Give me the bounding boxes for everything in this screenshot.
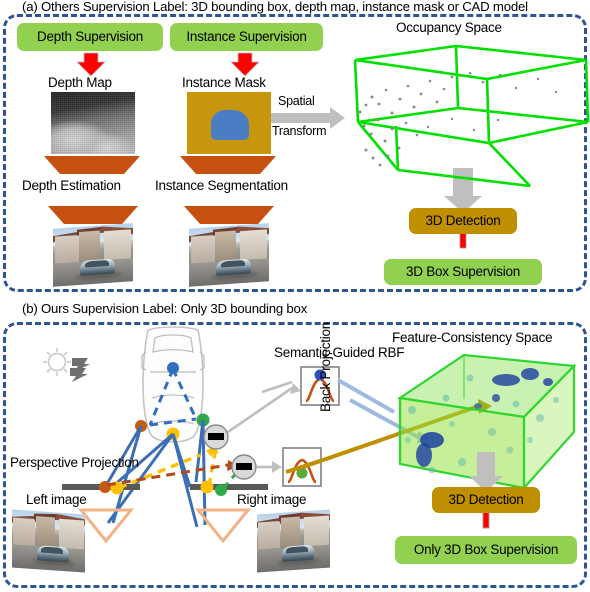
panel-a-caption: (a) Others Supervision Label: 3D boundin… [22, 0, 528, 14]
street-photo-instance [189, 223, 269, 287]
label-occupancy-space: Occupancy Space [396, 20, 502, 35]
label-back-projection: Back Projection [318, 321, 333, 412]
chip-3d-detection-b[interactable]: 3D Detection [432, 487, 540, 513]
chip-instance-supervision[interactable]: Instance Supervision [170, 23, 323, 51]
label-perspective-projection: Perspective Projection [10, 455, 139, 470]
label-left-image: Left image [26, 492, 87, 507]
panel-b-caption: (b) Ours Supervision Label: Only 3D boun… [22, 301, 308, 316]
right-street-photo [257, 509, 330, 573]
instance-mask-image [187, 92, 271, 154]
label-depth-estimation: Depth Estimation [22, 178, 121, 193]
label-spatial: Spatial [278, 94, 315, 108]
street-photo-depth [53, 223, 133, 287]
label-instance-segmentation: Instance Segmentation [155, 178, 288, 193]
chip-only-3d-box-supervision[interactable]: Only 3D Box Supervision [395, 536, 577, 564]
depth-map-image [51, 92, 135, 154]
chip-depth-supervision[interactable]: Depth Supervision [17, 23, 163, 51]
label-feature-consistency-space: Feature-Consistency Space [392, 330, 553, 345]
chip-3d-detection-a[interactable]: 3D Detection [409, 208, 517, 234]
instance-mask-blob [211, 110, 249, 140]
label-right-image: Right image [237, 492, 307, 507]
label-semantic-guided-rbf: Semantic-Guided RBF [274, 345, 405, 360]
chip-3d-box-supervision[interactable]: 3D Box Supervision [384, 259, 542, 285]
left-street-photo [12, 509, 85, 573]
label-transform: Transform [272, 124, 327, 138]
label-instance-mask: Instance Mask [182, 75, 266, 90]
label-depth-map: Depth Map [48, 75, 112, 90]
